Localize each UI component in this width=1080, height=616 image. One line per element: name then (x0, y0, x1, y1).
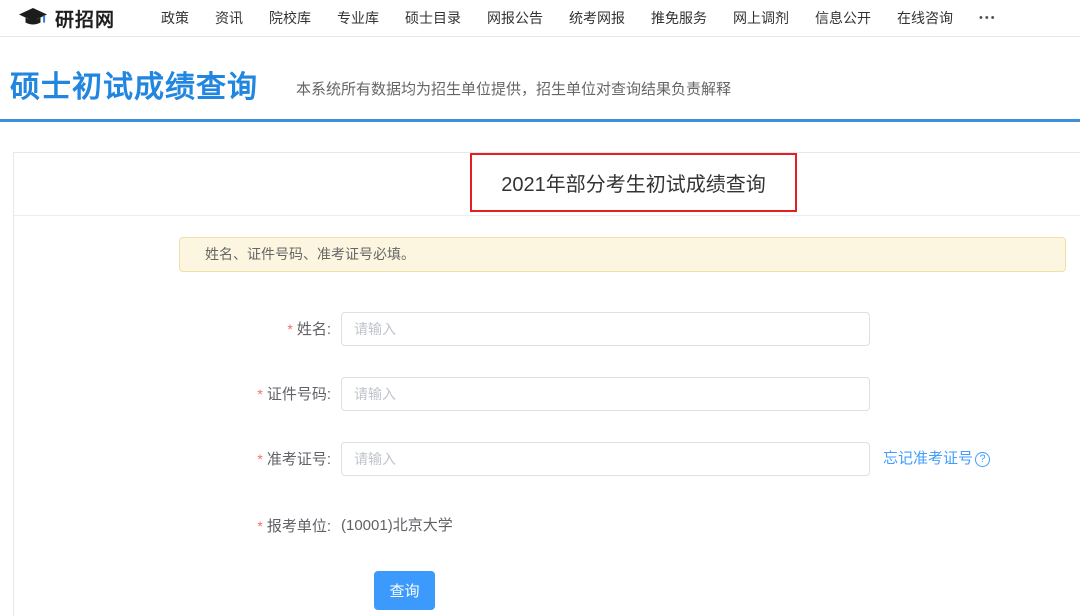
required-asterisk: * (257, 518, 262, 534)
top-navbar: 研招网 政策 资讯 院校库 专业库 硕士目录 网报公告 统考网报 推免服务 网上… (0, 0, 1080, 37)
graduation-cap-icon (18, 7, 48, 29)
ticket-label: *准考证号: (14, 442, 331, 476)
question-mark-icon: ? (975, 452, 990, 467)
red-highlight-box: 2021年部分考生初试成绩查询 (470, 153, 797, 212)
form-row-unit: *报考单位: (10001)北京大学 (14, 509, 1080, 543)
form-row-name: *姓名: (14, 312, 1080, 346)
required-asterisk: * (257, 386, 262, 402)
required-asterisk: * (287, 321, 292, 337)
form-row-ticket: *准考证号: 忘记准考证号? (14, 442, 1080, 476)
page-subtitle: 本系统所有数据均为招生单位提供，招生单位对查询结果负责解释 (296, 78, 731, 99)
nav-item-colleges[interactable]: 院校库 (269, 8, 311, 28)
nav-menu: 政策 资讯 院校库 专业库 硕士目录 网报公告 统考网报 推免服务 网上调剂 信… (135, 8, 997, 28)
nav-item-info[interactable]: 信息公开 (815, 8, 871, 28)
name-input[interactable] (341, 312, 870, 346)
unit-value: (10001)北京大学 (341, 509, 453, 543)
nav-item-catalog[interactable]: 硕士目录 (405, 8, 461, 28)
required-fields-notice: 姓名、证件号码、准考证号必填。 (179, 237, 1066, 272)
header-divider (0, 119, 1080, 122)
page: 研招网 政策 资讯 院校库 专业库 硕士目录 网报公告 统考网报 推免服务 网上… (0, 0, 1080, 616)
panel-title: 2021年部分考生初试成绩查询 (501, 168, 766, 197)
nav-item-exemption[interactable]: 推免服务 (651, 8, 707, 28)
query-panel: 2021年部分考生初试成绩查询 姓名、证件号码、准考证号必填。 *姓名: *证件… (13, 152, 1080, 616)
ticket-input[interactable] (341, 442, 870, 476)
nav-item-policy[interactable]: 政策 (161, 8, 189, 28)
nav-item-apply[interactable]: 统考网报 (569, 8, 625, 28)
panel-header: 2021年部分考生初试成绩查询 (14, 153, 1080, 216)
required-asterisk: * (257, 451, 262, 467)
nav-item-notices[interactable]: 网报公告 (487, 8, 543, 28)
query-button[interactable]: 查询 (374, 571, 435, 610)
nav-item-adjust[interactable]: 网上调剂 (733, 8, 789, 28)
page-header: 硕士初试成绩查询 本系统所有数据均为招生单位提供，招生单位对查询结果负责解释 (0, 60, 1080, 107)
unit-label: *报考单位: (14, 509, 331, 543)
site-logo-text: 研招网 (55, 5, 115, 32)
idcard-label: *证件号码: (14, 377, 331, 411)
nav-more-dots-icon[interactable]: ••• (979, 12, 997, 24)
site-logo[interactable]: 研招网 (18, 5, 115, 32)
page-title: 硕士初试成绩查询 (10, 62, 258, 106)
form-row-idcard: *证件号码: (14, 377, 1080, 411)
idcard-input[interactable] (341, 377, 870, 411)
name-label: *姓名: (14, 312, 331, 346)
nav-item-consult[interactable]: 在线咨询 (897, 8, 953, 28)
nav-item-news[interactable]: 资讯 (215, 8, 243, 28)
forgot-ticket-link[interactable]: 忘记准考证号? (883, 442, 990, 476)
nav-item-majors[interactable]: 专业库 (337, 8, 379, 28)
